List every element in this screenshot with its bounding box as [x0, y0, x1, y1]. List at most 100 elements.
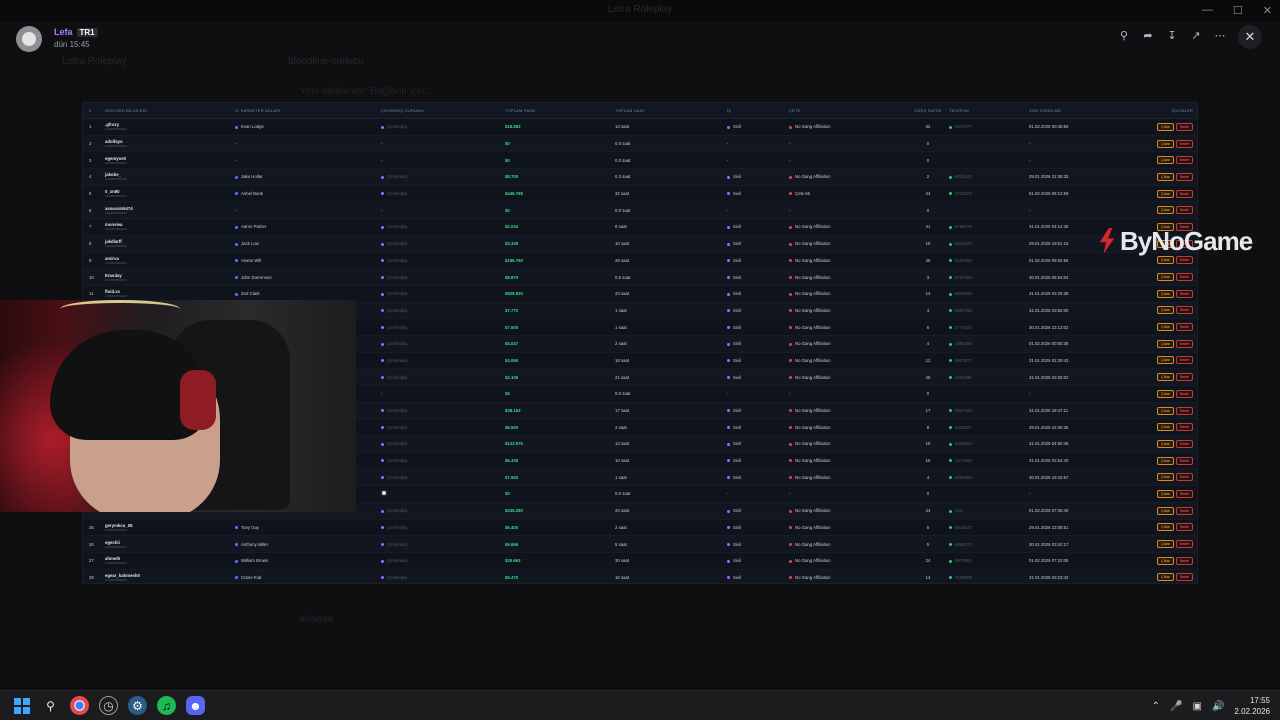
more-options-icon[interactable]: ⋯: [1212, 28, 1228, 44]
time-cell: 0.5 saat: [615, 274, 631, 280]
download-icon[interactable]: ↧: [1164, 28, 1180, 44]
delete-button[interactable]: Senle: [1175, 122, 1193, 131]
delete-button[interactable]: Senle: [1175, 456, 1193, 465]
delete-button[interactable]: Senle: [1175, 306, 1193, 315]
remove-button[interactable]: Çıkar: [1157, 506, 1174, 515]
delete-button[interactable]: Senle: [1175, 323, 1193, 332]
avatar[interactable]: [16, 26, 42, 52]
delete-button[interactable]: Senle: [1175, 156, 1193, 165]
remove-button[interactable]: Çıkar: [1157, 523, 1174, 532]
header-last-seen[interactable]: SON GÖRÜLME: [1029, 108, 1141, 113]
phone-cell: 9712303: [943, 191, 1029, 196]
delete-button[interactable]: Senle: [1175, 573, 1193, 582]
remove-button[interactable]: Çıkar: [1157, 356, 1174, 365]
delete-button[interactable]: Senle: [1175, 189, 1193, 198]
minimize-icon[interactable]: —: [1202, 4, 1213, 17]
header-discord[interactable]: DISCORD BİLGİLERİ: [103, 108, 235, 113]
delete-button[interactable]: Senle: [1175, 473, 1193, 482]
delete-button[interactable]: Senle: [1175, 172, 1193, 181]
delete-button[interactable]: Senle: [1175, 256, 1193, 265]
header-job[interactable]: İŞ: [727, 108, 789, 113]
delete-button[interactable]: Senle: [1175, 273, 1193, 282]
delete-button[interactable]: Senle: [1175, 356, 1193, 365]
remove-button[interactable]: Çıkar: [1157, 439, 1174, 448]
character-name: Jack Low: [241, 241, 259, 247]
delete-button[interactable]: Senle: [1175, 506, 1193, 515]
remove-button[interactable]: Çıkar: [1157, 256, 1174, 265]
uploader-name[interactable]: Lefa TR1: [54, 27, 98, 37]
remove-button[interactable]: Çıkar: [1157, 473, 1174, 482]
delete-button[interactable]: Senle: [1175, 523, 1193, 532]
header-time[interactable]: TOPLAM SAAT: [615, 108, 727, 113]
online-status: Çevrimdışı: [387, 374, 408, 380]
header-gang[interactable]: ÇETE: [789, 108, 913, 113]
remove-button[interactable]: Çıkar: [1157, 139, 1174, 148]
remove-button[interactable]: Çıkar: [1157, 406, 1174, 415]
remove-button[interactable]: Çıkar: [1157, 373, 1174, 382]
remove-button[interactable]: Çıkar: [1157, 172, 1174, 181]
remove-button[interactable]: Çıkar: [1157, 122, 1174, 131]
job-cell: -: [727, 391, 789, 396]
clock[interactable]: 17:55 2.02.2026: [1234, 695, 1270, 717]
delete-button[interactable]: Senle: [1175, 556, 1193, 565]
delete-button[interactable]: Senle: [1175, 139, 1193, 148]
remove-button[interactable]: Çıkar: [1157, 389, 1174, 398]
online-status: Çevrimdışı: [387, 458, 408, 464]
zoom-icon[interactable]: ⚲: [1116, 28, 1132, 44]
delete-button[interactable]: Senle: [1175, 389, 1193, 398]
remove-button[interactable]: Çıkar: [1157, 189, 1174, 198]
header-login-count[interactable]: GİRİŞ SAYISI: [913, 108, 943, 113]
delete-button[interactable]: Senle: [1175, 373, 1193, 382]
remove-button[interactable]: Çıkar: [1157, 423, 1174, 432]
window-title: Letra Roleplay: [607, 4, 673, 15]
header-phone[interactable]: TELEFON: [943, 108, 1029, 113]
uploader-username[interactable]: Lefa: [54, 27, 73, 37]
display-icon[interactable]: ▣: [1193, 701, 1202, 712]
spotify-icon[interactable]: ♫: [157, 696, 176, 715]
status-dot-icon: [381, 559, 384, 563]
delete-button[interactable]: Senle: [1175, 439, 1193, 448]
steam-icon[interactable]: ⚙: [128, 696, 147, 715]
remove-button[interactable]: Çıkar: [1157, 206, 1174, 215]
login-count-cell: 24: [925, 191, 931, 197]
windows-start-icon[interactable]: [12, 696, 31, 715]
remove-button[interactable]: Çıkar: [1157, 306, 1174, 315]
remove-button[interactable]: Çıkar: [1157, 456, 1174, 465]
delete-button[interactable]: Senle: [1175, 406, 1193, 415]
discord-icon[interactable]: ☻: [186, 696, 205, 715]
remove-button[interactable]: Çıkar: [1157, 489, 1174, 498]
open-external-icon[interactable]: ↗: [1188, 28, 1204, 44]
forward-icon[interactable]: ➦: [1140, 28, 1156, 44]
job-name: Sivil: [733, 408, 741, 414]
status-dot-icon: [381, 259, 384, 263]
app-clock-icon[interactable]: ◷: [99, 696, 118, 715]
remove-button[interactable]: Çıkar: [1157, 540, 1174, 549]
close-viewer-button[interactable]: ✕: [1238, 25, 1262, 49]
remove-button[interactable]: Çıkar: [1157, 323, 1174, 332]
delete-button[interactable]: Senle: [1175, 540, 1193, 549]
chrome-icon[interactable]: [70, 696, 89, 715]
header-online[interactable]: ÇEVRİMİÇİ DURUMU: [381, 108, 505, 113]
delete-button[interactable]: Senle: [1175, 289, 1193, 298]
remove-button[interactable]: Çıkar: [1157, 273, 1174, 282]
volume-icon[interactable]: 🔊: [1212, 701, 1224, 712]
remove-button[interactable]: Çıkar: [1157, 573, 1174, 582]
maximize-icon[interactable]: ☐: [1233, 4, 1243, 17]
microphone-icon[interactable]: 🎤: [1170, 701, 1182, 712]
search-icon[interactable]: ⚲: [41, 696, 60, 715]
remove-button[interactable]: Çıkar: [1157, 339, 1174, 348]
delete-button[interactable]: Senle: [1175, 489, 1193, 498]
header-money[interactable]: TOPLAM PARA: [505, 108, 615, 113]
actions-cell: Çıkar Senle: [1141, 573, 1197, 582]
remove-button[interactable]: Çıkar: [1157, 556, 1174, 565]
money-cell: $6.500: [505, 424, 519, 430]
close-window-icon[interactable]: ✕: [1263, 4, 1272, 17]
discord-cell: monviea 1234567890123: [103, 222, 235, 231]
header-character[interactable]: IC KARAKTER ADLARI: [235, 108, 381, 113]
delete-button[interactable]: Senle: [1175, 206, 1193, 215]
delete-button[interactable]: Senle: [1175, 423, 1193, 432]
chevron-up-icon[interactable]: ⌃: [1152, 701, 1160, 712]
remove-button[interactable]: Çıkar: [1157, 156, 1174, 165]
delete-button[interactable]: Senle: [1175, 339, 1193, 348]
remove-button[interactable]: Çıkar: [1157, 289, 1174, 298]
